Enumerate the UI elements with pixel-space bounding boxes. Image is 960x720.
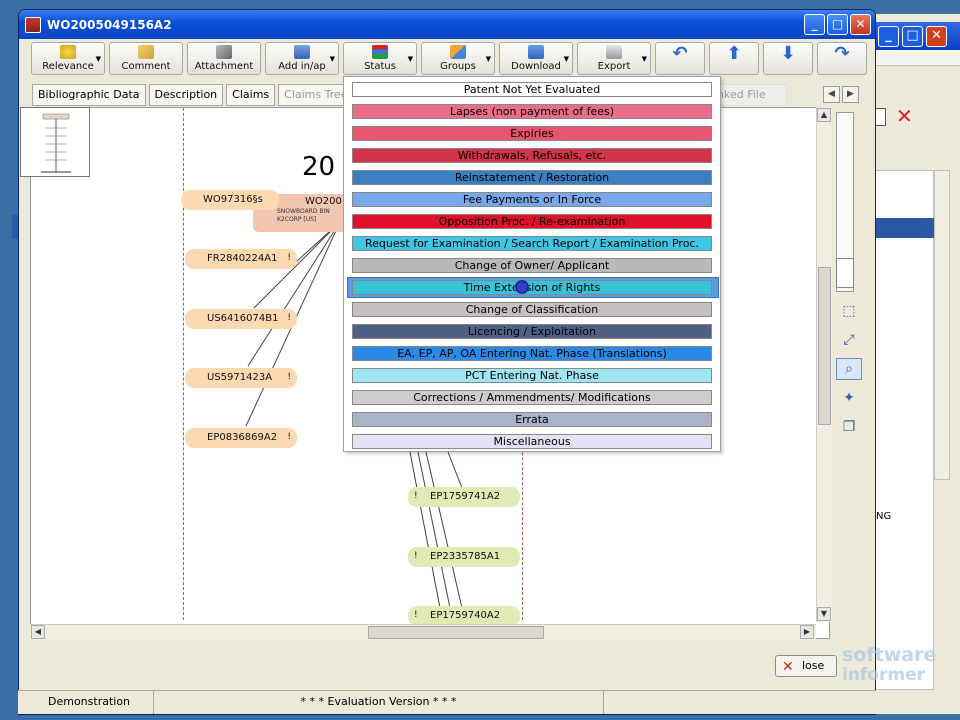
fit-page-icon[interactable]: ⬚ — [836, 300, 862, 322]
click-indicator — [515, 280, 529, 294]
citation-node[interactable]: WO97316§s — [181, 190, 279, 210]
status-menu-item[interactable]: Request for Examination / Search Report … — [352, 236, 712, 251]
status-menu-item[interactable]: Patent Not Yet Evaluated — [352, 82, 712, 97]
status-menu-item[interactable]: Expiries — [352, 126, 712, 141]
status-bar: Demonstration * * * Evaluation Version *… — [18, 690, 876, 714]
status-menu-item[interactable]: Miscellaneous — [352, 434, 712, 449]
status-menu-item[interactable]: EA, EP, AP, OA Entering Nat. Phase (Tran… — [352, 346, 712, 361]
vertical-scroll-thumb[interactable] — [818, 267, 831, 425]
status-menu-item[interactable]: Reinstatement / Restoration — [352, 170, 712, 185]
citation-node[interactable]: EP0836869A2! — [185, 428, 297, 448]
status-menu-item[interactable]: Time Extension of Rights — [352, 280, 712, 295]
cited-by-node[interactable]: EP1759741A2! — [408, 487, 520, 507]
citation-node[interactable]: FR2840224A1! — [185, 249, 297, 269]
citation-node[interactable]: US6416074B1! — [185, 309, 297, 329]
status-menu-item[interactable]: Opposition Proc. / Re-examination — [352, 214, 712, 229]
status-menu-item[interactable]: Lapses (non payment of fees) — [352, 104, 712, 119]
status-center: * * * Evaluation Version * * * — [154, 691, 604, 714]
status-menu-item[interactable]: Change of Owner/ Applicant — [352, 258, 712, 273]
status-menu-item[interactable]: Withdrawals, Refusals, etc. — [352, 148, 712, 163]
status-menu-item[interactable]: Errata — [352, 412, 712, 427]
expand-icon[interactable]: ⤢ — [836, 329, 862, 351]
status-menu-item[interactable]: Licencing / Exploitation — [352, 324, 712, 339]
status-menu-item[interactable]: Corrections / Ammendments/ Modifications — [352, 390, 712, 405]
close-x-icon: ✕ — [782, 659, 794, 675]
magic-wand-icon[interactable]: ✦ — [836, 387, 862, 409]
cited-by-node[interactable]: EP2335785A1! — [408, 547, 520, 567]
zoom-slider-knob[interactable] — [836, 258, 854, 288]
status-menu-item[interactable]: Fee Payments or In Force — [352, 192, 712, 207]
scroll-down-icon[interactable]: ▼ — [817, 607, 831, 621]
zoom-icon[interactable]: ⌕ — [836, 358, 862, 380]
watermark: software informer — [842, 644, 937, 685]
scroll-right-icon[interactable]: ▶ — [800, 625, 814, 639]
side-toolbar: ⬚ ⤢ ⌕ ✦ ❐ — [836, 300, 864, 445]
horizontal-scroll-thumb[interactable] — [368, 626, 544, 639]
status-dropdown-menu: Patent Not Yet Evaluated Lapses (non paym… — [343, 76, 721, 452]
scroll-up-icon[interactable]: ▲ — [817, 108, 831, 122]
copy-icon[interactable]: ❐ — [836, 416, 862, 438]
cited-by-node[interactable]: EP1759740A2! — [408, 606, 520, 626]
close-button[interactable]: ✕ lose — [775, 655, 837, 677]
scroll-left-icon[interactable]: ◀ — [31, 625, 45, 639]
vertical-scrollbar[interactable] — [816, 107, 832, 622]
horizontal-scrollbar[interactable] — [30, 624, 816, 640]
citation-node[interactable]: US5971423A! — [185, 368, 297, 388]
status-menu-item[interactable]: PCT Entering Nat. Phase — [352, 368, 712, 383]
status-left: Demonstration — [18, 691, 154, 714]
status-menu-item[interactable]: Change of Classification — [352, 302, 712, 317]
